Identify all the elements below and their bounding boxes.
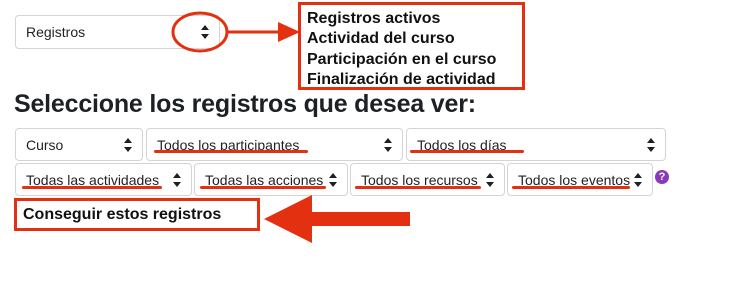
log-reader-select-value: Registros bbox=[26, 24, 86, 40]
annotation-underline bbox=[512, 186, 630, 189]
annotation-underline bbox=[200, 186, 326, 189]
annotation-underline bbox=[410, 150, 524, 153]
annotation-arrow-left-icon bbox=[264, 195, 410, 243]
highlight-ellipse bbox=[171, 11, 229, 53]
page-title: Seleccione los registros que desea ver: bbox=[14, 90, 476, 118]
participants-select[interactable]: Todos los participantes bbox=[146, 128, 403, 161]
select-caret-icon bbox=[124, 137, 132, 152]
select-caret-icon bbox=[647, 137, 655, 152]
select-caret-icon bbox=[486, 172, 494, 187]
activities-select[interactable]: Todas las actividades bbox=[15, 163, 192, 196]
annotation-underline bbox=[355, 186, 481, 189]
option-registros-activos: Registros activos bbox=[307, 10, 441, 27]
help-icon[interactable]: ? bbox=[655, 170, 669, 184]
select-caret-icon bbox=[634, 172, 642, 187]
annotation-underline bbox=[22, 186, 162, 189]
resources-select[interactable]: Todos los recursos bbox=[350, 163, 505, 196]
course-select-value: Curso bbox=[26, 136, 64, 153]
actions-select[interactable]: Todas las acciones bbox=[194, 163, 348, 196]
option-participacion-curso: Participación en el curso bbox=[307, 50, 497, 68]
option-actividad-curso: Actividad del curso bbox=[307, 30, 455, 48]
select-caret-icon bbox=[173, 172, 181, 187]
events-select[interactable]: Todos los eventos bbox=[507, 163, 653, 196]
select-caret-icon bbox=[384, 137, 392, 152]
days-select[interactable]: Todos los días bbox=[406, 128, 666, 161]
annotation-underline bbox=[154, 150, 308, 153]
log-type-options-callout: Registros activos Actividad del curso Pa… bbox=[298, 2, 525, 90]
option-finalizacion-actividad: Finalización de actividad bbox=[307, 70, 496, 88]
annotation-arrow-right-icon bbox=[228, 22, 300, 42]
get-logs-button[interactable]: Conseguir estos registros bbox=[14, 198, 260, 231]
course-select[interactable]: Curso bbox=[15, 128, 143, 161]
select-caret-icon bbox=[329, 172, 337, 187]
